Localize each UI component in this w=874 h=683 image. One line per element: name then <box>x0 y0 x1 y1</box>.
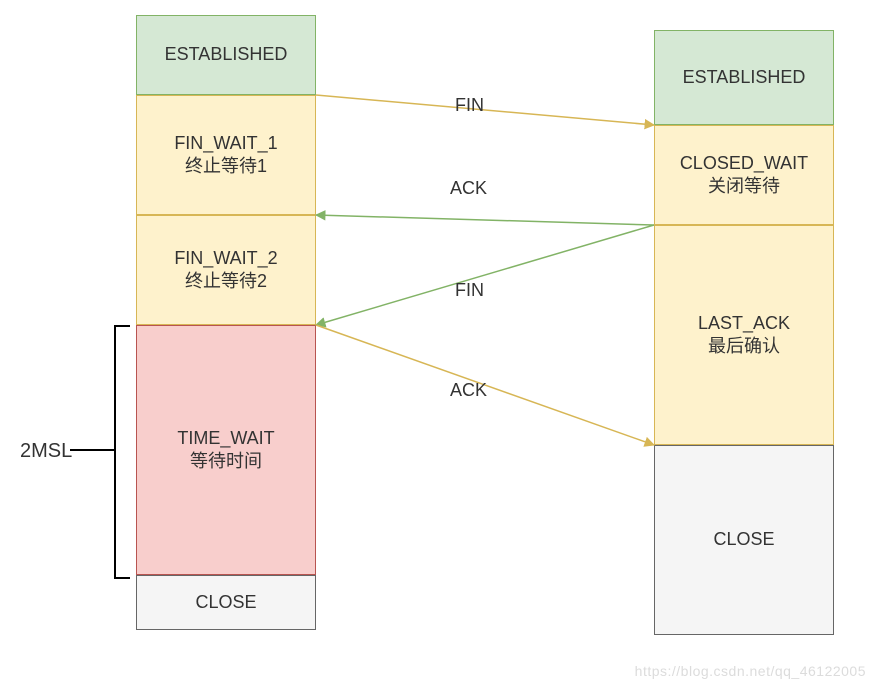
last-ack-zh: 最后确认 <box>708 335 780 358</box>
msl-bracket <box>114 325 130 579</box>
left-established-label: ESTABLISHED <box>165 43 288 66</box>
fin-wait-2-zh: 终止等待2 <box>185 270 267 293</box>
right-state-close: CLOSE <box>654 445 834 635</box>
fin-wait-1-en: FIN_WAIT_1 <box>174 132 277 155</box>
msg-fin-2: FIN <box>455 280 484 301</box>
right-close-label: CLOSE <box>713 528 774 551</box>
right-state-last-ack: LAST_ACK 最后确认 <box>654 225 834 445</box>
msg-ack-2: ACK <box>450 380 487 401</box>
left-state-fin-wait-2: FIN_WAIT_2 终止等待2 <box>136 215 316 325</box>
msl-label: 2MSL <box>20 440 72 463</box>
watermark: https://blog.csdn.net/qq_46122005 <box>635 663 866 679</box>
left-state-time-wait: TIME_WAIT 等待时间 <box>136 325 316 575</box>
right-state-closed-wait: CLOSED_WAIT 关闭等待 <box>654 125 834 225</box>
time-wait-en: TIME_WAIT <box>177 427 274 450</box>
left-close-label: CLOSE <box>195 591 256 614</box>
left-state-close: CLOSE <box>136 575 316 630</box>
right-established-label: ESTABLISHED <box>683 66 806 89</box>
time-wait-zh: 等待时间 <box>190 450 262 473</box>
closed-wait-zh: 关闭等待 <box>708 175 780 198</box>
msg-fin-1: FIN <box>455 95 484 116</box>
fin-wait-1-zh: 终止等待1 <box>185 155 267 178</box>
left-state-fin-wait-1: FIN_WAIT_1 终止等待1 <box>136 95 316 215</box>
left-state-established: ESTABLISHED <box>136 15 316 95</box>
right-state-established: ESTABLISHED <box>654 30 834 125</box>
last-ack-en: LAST_ACK <box>698 312 790 335</box>
closed-wait-en: CLOSED_WAIT <box>680 152 808 175</box>
fin-wait-2-en: FIN_WAIT_2 <box>174 247 277 270</box>
msg-ack-1: ACK <box>450 178 487 199</box>
